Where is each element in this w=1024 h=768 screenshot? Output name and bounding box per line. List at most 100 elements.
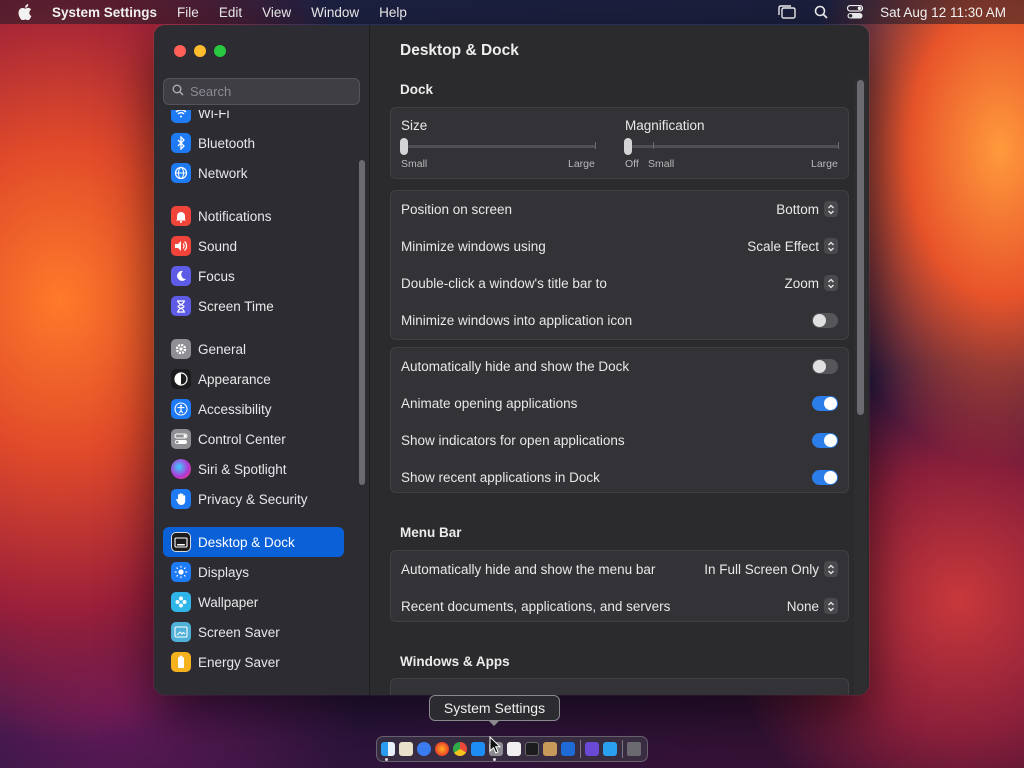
- row-label: Show indicators for open applications: [401, 432, 625, 448]
- row-label: Recent documents, applications, and serv…: [401, 598, 671, 614]
- minimize-windows-using-row: Minimize windows using Scale Effect: [401, 234, 838, 258]
- sidebar-item-appearance[interactable]: Appearance: [163, 364, 344, 394]
- sidebar-item-notifications[interactable]: Notifications: [163, 201, 344, 231]
- show-recent-apps-toggle[interactable]: [812, 469, 838, 485]
- minimize-into-app-icon-toggle[interactable]: [812, 312, 838, 328]
- position-popup[interactable]: Bottom: [776, 201, 838, 217]
- sidebar-item-label: Sound: [198, 238, 238, 254]
- mouse-cursor-icon: [489, 735, 502, 757]
- recent-documents-row: Recent documents, applications, and serv…: [401, 594, 838, 618]
- moon-icon: [171, 266, 191, 286]
- show-indicators-toggle[interactable]: [812, 432, 838, 448]
- close-button[interactable]: [174, 45, 186, 57]
- toggle-knob: [824, 396, 837, 410]
- zoom-button[interactable]: [214, 45, 226, 57]
- search-icon: [172, 84, 184, 99]
- sidebar-item-label: General: [198, 341, 247, 357]
- up-down-chevron-icon: [824, 238, 838, 254]
- finder-icon[interactable]: [381, 742, 395, 756]
- size-max-label: Large: [568, 158, 595, 170]
- menu-view[interactable]: View: [262, 5, 291, 20]
- battery-icon: [171, 652, 191, 672]
- apple-menu-icon[interactable]: [18, 4, 34, 20]
- stage-manager-icon[interactable]: [778, 3, 796, 21]
- sidebar: Wi-Fi Bluetooth Network Notifications: [154, 25, 370, 695]
- terminal-icon[interactable]: [525, 742, 539, 756]
- sidebar-item-label: Control Center: [198, 431, 286, 447]
- sidebar-item-desktop-dock[interactable]: Desktop & Dock: [163, 527, 344, 557]
- script-editor-icon[interactable]: [543, 742, 557, 756]
- magnification-slider-track[interactable]: [627, 145, 839, 148]
- hand-icon: [171, 489, 191, 509]
- magnification-slider-thumb[interactable]: [624, 138, 632, 155]
- sidebar-scrollbar[interactable]: [359, 160, 365, 485]
- sidebar-item-siri-spotlight[interactable]: Siri & Spotlight: [163, 454, 344, 484]
- globe-icon: [171, 163, 191, 183]
- popup-value: Bottom: [776, 201, 819, 217]
- search-input[interactable]: [190, 84, 350, 99]
- spotlight-search-icon[interactable]: [812, 3, 830, 21]
- sidebar-item-bluetooth[interactable]: Bluetooth: [163, 128, 344, 158]
- sidebar-item-label: Network: [198, 165, 248, 181]
- sidebar-item-wifi[interactable]: Wi-Fi: [163, 110, 344, 128]
- running-indicator: [493, 758, 496, 761]
- desktop-icon: [171, 532, 191, 552]
- control-center-icon[interactable]: [846, 3, 864, 21]
- sidebar-item-sound[interactable]: Sound: [163, 231, 344, 261]
- wallpaper-icon: [171, 592, 191, 612]
- row-label: Double-click a window's title bar to: [401, 275, 607, 291]
- recent-documents-popup[interactable]: None: [787, 598, 838, 614]
- sidebar-item-network[interactable]: Network: [163, 158, 344, 188]
- minimize-effect-popup[interactable]: Scale Effect: [747, 238, 838, 254]
- menu-bar-clock[interactable]: Sat Aug 12 11:30 AM: [880, 5, 1006, 20]
- magnification-min-label: Small: [648, 158, 675, 170]
- app-store-icon[interactable]: [471, 742, 485, 756]
- firefox-icon[interactable]: [435, 742, 449, 756]
- search-field[interactable]: [163, 78, 360, 105]
- dock: [376, 736, 648, 762]
- sidebar-item-accessibility[interactable]: Accessibility: [163, 394, 344, 424]
- menu-window[interactable]: Window: [311, 5, 359, 20]
- menu-file[interactable]: File: [177, 5, 199, 20]
- size-slider-thumb[interactable]: [400, 138, 408, 155]
- row-label: Minimize windows using: [401, 238, 546, 254]
- vscode-icon[interactable]: [561, 742, 575, 756]
- launchpad-icon[interactable]: [399, 742, 413, 756]
- auto-hide-menu-bar-popup[interactable]: In Full Screen Only: [704, 561, 838, 577]
- auto-hide-dock-toggle[interactable]: [812, 358, 838, 374]
- safari-icon[interactable]: [417, 742, 431, 756]
- position-on-screen-row: Position on screen Bottom: [401, 197, 838, 221]
- sidebar-item-focus[interactable]: Focus: [163, 261, 344, 291]
- sidebar-item-privacy-security[interactable]: Privacy & Security: [163, 484, 344, 514]
- sidebar-item-energy-saver[interactable]: Energy Saver: [163, 647, 344, 677]
- sidebar-item-wallpaper[interactable]: Wallpaper: [163, 587, 344, 617]
- sidebar-item-screen-time[interactable]: Screen Time: [163, 291, 344, 321]
- downloads-folder-icon[interactable]: [603, 742, 617, 756]
- row-label: Show recent applications in Dock: [401, 469, 600, 485]
- content-scrollbar[interactable]: [857, 80, 864, 415]
- sidebar-list: Wi-Fi Bluetooth Network Notifications So…: [163, 110, 363, 695]
- menu-help[interactable]: Help: [379, 5, 407, 20]
- double-click-action-popup[interactable]: Zoom: [784, 275, 838, 291]
- trash-icon[interactable]: [627, 742, 641, 756]
- section-title-menu-bar: Menu Bar: [400, 525, 462, 540]
- size-slider-track[interactable]: [403, 145, 596, 148]
- animate-opening-apps-toggle[interactable]: [812, 395, 838, 411]
- row-label: Position on screen: [401, 201, 513, 217]
- size-min-label: Small: [401, 158, 428, 170]
- size-slider-label: Size: [401, 118, 428, 133]
- menu-bar: System Settings File Edit View Window He…: [0, 0, 1024, 24]
- chrome-icon[interactable]: [453, 742, 467, 756]
- magnification-off-label: Off: [625, 158, 639, 170]
- menu-app-name[interactable]: System Settings: [52, 5, 157, 20]
- visual-studio-icon[interactable]: [585, 742, 599, 756]
- sidebar-item-label: Wi-Fi: [198, 110, 230, 121]
- sidebar-item-control-center[interactable]: Control Center: [163, 424, 344, 454]
- sidebar-item-screen-saver[interactable]: Screen Saver: [163, 617, 344, 647]
- minimize-button[interactable]: [194, 45, 206, 57]
- textedit-icon[interactable]: [507, 742, 521, 756]
- sidebar-item-displays[interactable]: Displays: [163, 557, 344, 587]
- sidebar-item-general[interactable]: General: [163, 334, 344, 364]
- menu-edit[interactable]: Edit: [219, 5, 242, 20]
- magnification-slider-tick: [653, 142, 654, 149]
